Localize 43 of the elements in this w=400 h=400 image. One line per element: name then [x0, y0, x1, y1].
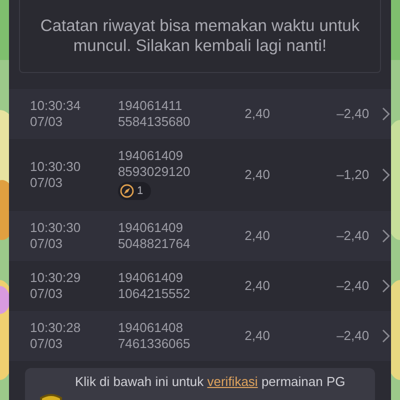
profit-amount: –2,40	[336, 328, 370, 344]
profit-amount: –1,20	[336, 167, 370, 183]
time-text: 10:30:29	[30, 270, 82, 286]
time-text: 10:30:30	[30, 220, 82, 236]
chevron-right-icon	[381, 107, 391, 121]
date-text: 07/03	[30, 336, 64, 352]
bet-amount: 2,40	[244, 228, 271, 244]
chevron-right-icon	[381, 279, 391, 293]
profit-amount: –2,40	[336, 106, 370, 122]
chevron-right-icon	[381, 329, 391, 343]
bet-amount: 2,40	[244, 328, 271, 344]
date-text: 07/03	[30, 286, 64, 302]
bet-amount: 2,40	[244, 106, 271, 122]
transaction-id: 7461336065	[118, 336, 192, 352]
bet-amount: 2,40	[244, 278, 271, 294]
transaction-id: 5048821764	[118, 236, 192, 252]
notice-text: Catatan riwayat bisa memakan waktu untuk muncul. Silakan kembali lagi nanti!	[40, 17, 360, 55]
history-row[interactable]: 10:30:28 07/03 194061408 7461336065 2,40 –2,40	[9, 311, 391, 361]
round-id: 194061409	[118, 270, 184, 286]
time-text: 10:30:28	[30, 320, 82, 336]
free-spin-badge: 1	[118, 182, 152, 200]
bet-amount: 2,40	[244, 167, 271, 183]
transaction-id: 8593029120	[118, 164, 192, 180]
profit-amount: –2,40	[336, 228, 370, 244]
verify-link[interactable]: verifikasi	[207, 374, 258, 389]
transaction-id: 5584135680	[118, 114, 192, 130]
chevron-right-icon	[381, 229, 391, 243]
round-id: 194061408	[118, 320, 184, 336]
chevron-right-icon	[381, 168, 391, 182]
round-id: 194061409	[118, 220, 184, 236]
verify-text: Klik di bawah ini untuk verifikasi permainan PG	[75, 373, 346, 391]
date-text: 07/03	[30, 236, 64, 252]
history-row[interactable]: 10:30:30 07/03 194061409 5048821764 2,40 –2,40	[9, 211, 391, 261]
date-text: 07/03	[30, 175, 64, 191]
transaction-id: 1064215552	[118, 286, 192, 302]
time-text: 10:30:34	[30, 98, 82, 114]
date-text: 07/03	[30, 114, 64, 130]
round-id: 194061409	[118, 148, 184, 164]
history-row[interactable]: 10:30:34 07/03 194061411 5584135680 2,40 –2,40	[9, 89, 391, 139]
time-text: 10:30:30	[30, 159, 82, 175]
profit-amount: –2,40	[336, 278, 370, 294]
compass-icon	[120, 184, 134, 198]
round-id: 194061411	[118, 98, 184, 114]
